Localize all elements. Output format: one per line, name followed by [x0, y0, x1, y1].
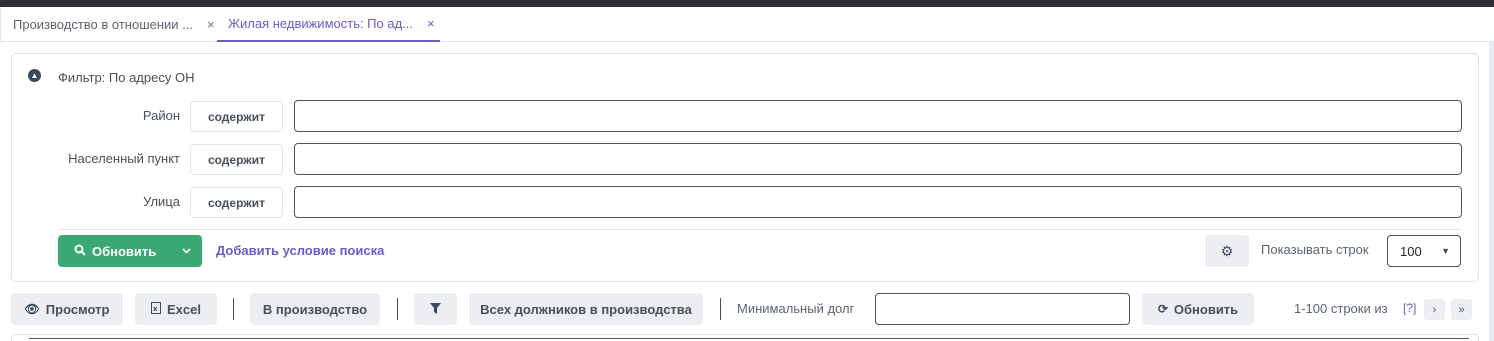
refresh-main[interactable]: Обновить	[58, 235, 170, 267]
filter-label: Населенный пункт	[68, 151, 180, 166]
close-icon[interactable]: ×	[427, 16, 435, 31]
last-page-button[interactable]: »	[1451, 299, 1472, 320]
street-input[interactable]	[294, 186, 1462, 218]
locality-input[interactable]	[294, 143, 1462, 175]
toolbar-separator	[397, 298, 398, 320]
chevron-up-circle-icon[interactable]: ▲	[28, 69, 41, 82]
close-icon[interactable]: ×	[207, 17, 215, 32]
pager-help-link[interactable]: [?]	[1403, 301, 1416, 315]
filter-icon	[430, 302, 441, 317]
to-production-button[interactable]: В производство	[250, 293, 380, 325]
gear-icon: ⚙	[1220, 242, 1234, 259]
filter-label: Улица	[143, 194, 180, 209]
rows-per-page-label: Показывать строк	[1261, 242, 1369, 257]
window-top-bar	[0, 0, 1494, 7]
filter-panel: ▲ Фильтр: По адресу ОН Район содержит На…	[11, 53, 1479, 282]
filter-row-locality: Населенный пункт содержит	[12, 143, 1480, 175]
tab-label: Жилая недвижимость: По ад...	[228, 16, 414, 31]
filter-operator-button[interactable]: содержит	[190, 144, 283, 175]
rows-per-page-select[interactable]: 100 ▼	[1387, 235, 1461, 267]
view-button[interactable]: 👁 Просмотр	[11, 293, 123, 325]
excel-button[interactable]: x Excel	[135, 293, 217, 325]
search-icon	[74, 244, 86, 259]
filter-label: Район	[142, 108, 180, 123]
filter-operator-button[interactable]: содержит	[190, 101, 283, 132]
filter-row-district: Район содержит	[12, 100, 1480, 132]
filter-operator-button[interactable]: содержит	[190, 187, 283, 218]
filter-refresh-button[interactable]: Обновить	[58, 235, 202, 267]
rows-per-page-value: 100	[1400, 243, 1422, 259]
filter-button[interactable]	[414, 293, 457, 325]
table-refresh-label: Обновить	[1173, 301, 1239, 317]
refresh-icon: ⟳	[1157, 302, 1168, 316]
svg-text:x: x	[153, 305, 158, 313]
eye-icon: 👁	[24, 302, 40, 316]
view-label: Просмотр	[45, 301, 110, 317]
refresh-label: Обновить	[92, 243, 157, 259]
excel-file-icon: x	[151, 301, 161, 317]
next-page-button[interactable]: ›	[1424, 299, 1445, 320]
pager-text: 1-100 строки из	[1294, 301, 1388, 316]
filter-row-street: Улица содержит	[12, 186, 1480, 218]
scrollbar[interactable]	[1489, 42, 1494, 341]
min-debt-input[interactable]	[875, 293, 1130, 325]
table-header-line	[29, 338, 1469, 339]
table-refresh-button[interactable]: ⟳ Обновить	[1142, 293, 1254, 325]
caret-down-icon: ▼	[1441, 246, 1450, 256]
tab-bar: Производство в отношении ... × Жилая нед…	[0, 7, 1494, 42]
toolbar-separator	[720, 298, 721, 320]
filter-title: Фильтр: По адресу ОН	[58, 70, 195, 85]
toolbar-separator	[233, 298, 234, 320]
add-condition-link[interactable]: Добавить условие поиска	[216, 243, 384, 258]
all-debtors-button[interactable]: Всех должников в производства	[469, 293, 703, 325]
excel-label: Excel	[167, 301, 201, 317]
settings-button[interactable]: ⚙	[1205, 235, 1249, 267]
divider	[58, 229, 1462, 230]
tab-residential-property[interactable]: Жилая недвижимость: По ад... ×	[217, 7, 440, 42]
chevron-down-icon[interactable]	[170, 235, 202, 267]
min-debt-label: Минимальный долг	[737, 301, 855, 316]
district-input[interactable]	[294, 100, 1462, 132]
tab-production[interactable]: Производство в отношении ... ×	[0, 7, 217, 42]
tab-label: Производство в отношении ...	[13, 17, 194, 32]
data-table	[11, 334, 1479, 341]
